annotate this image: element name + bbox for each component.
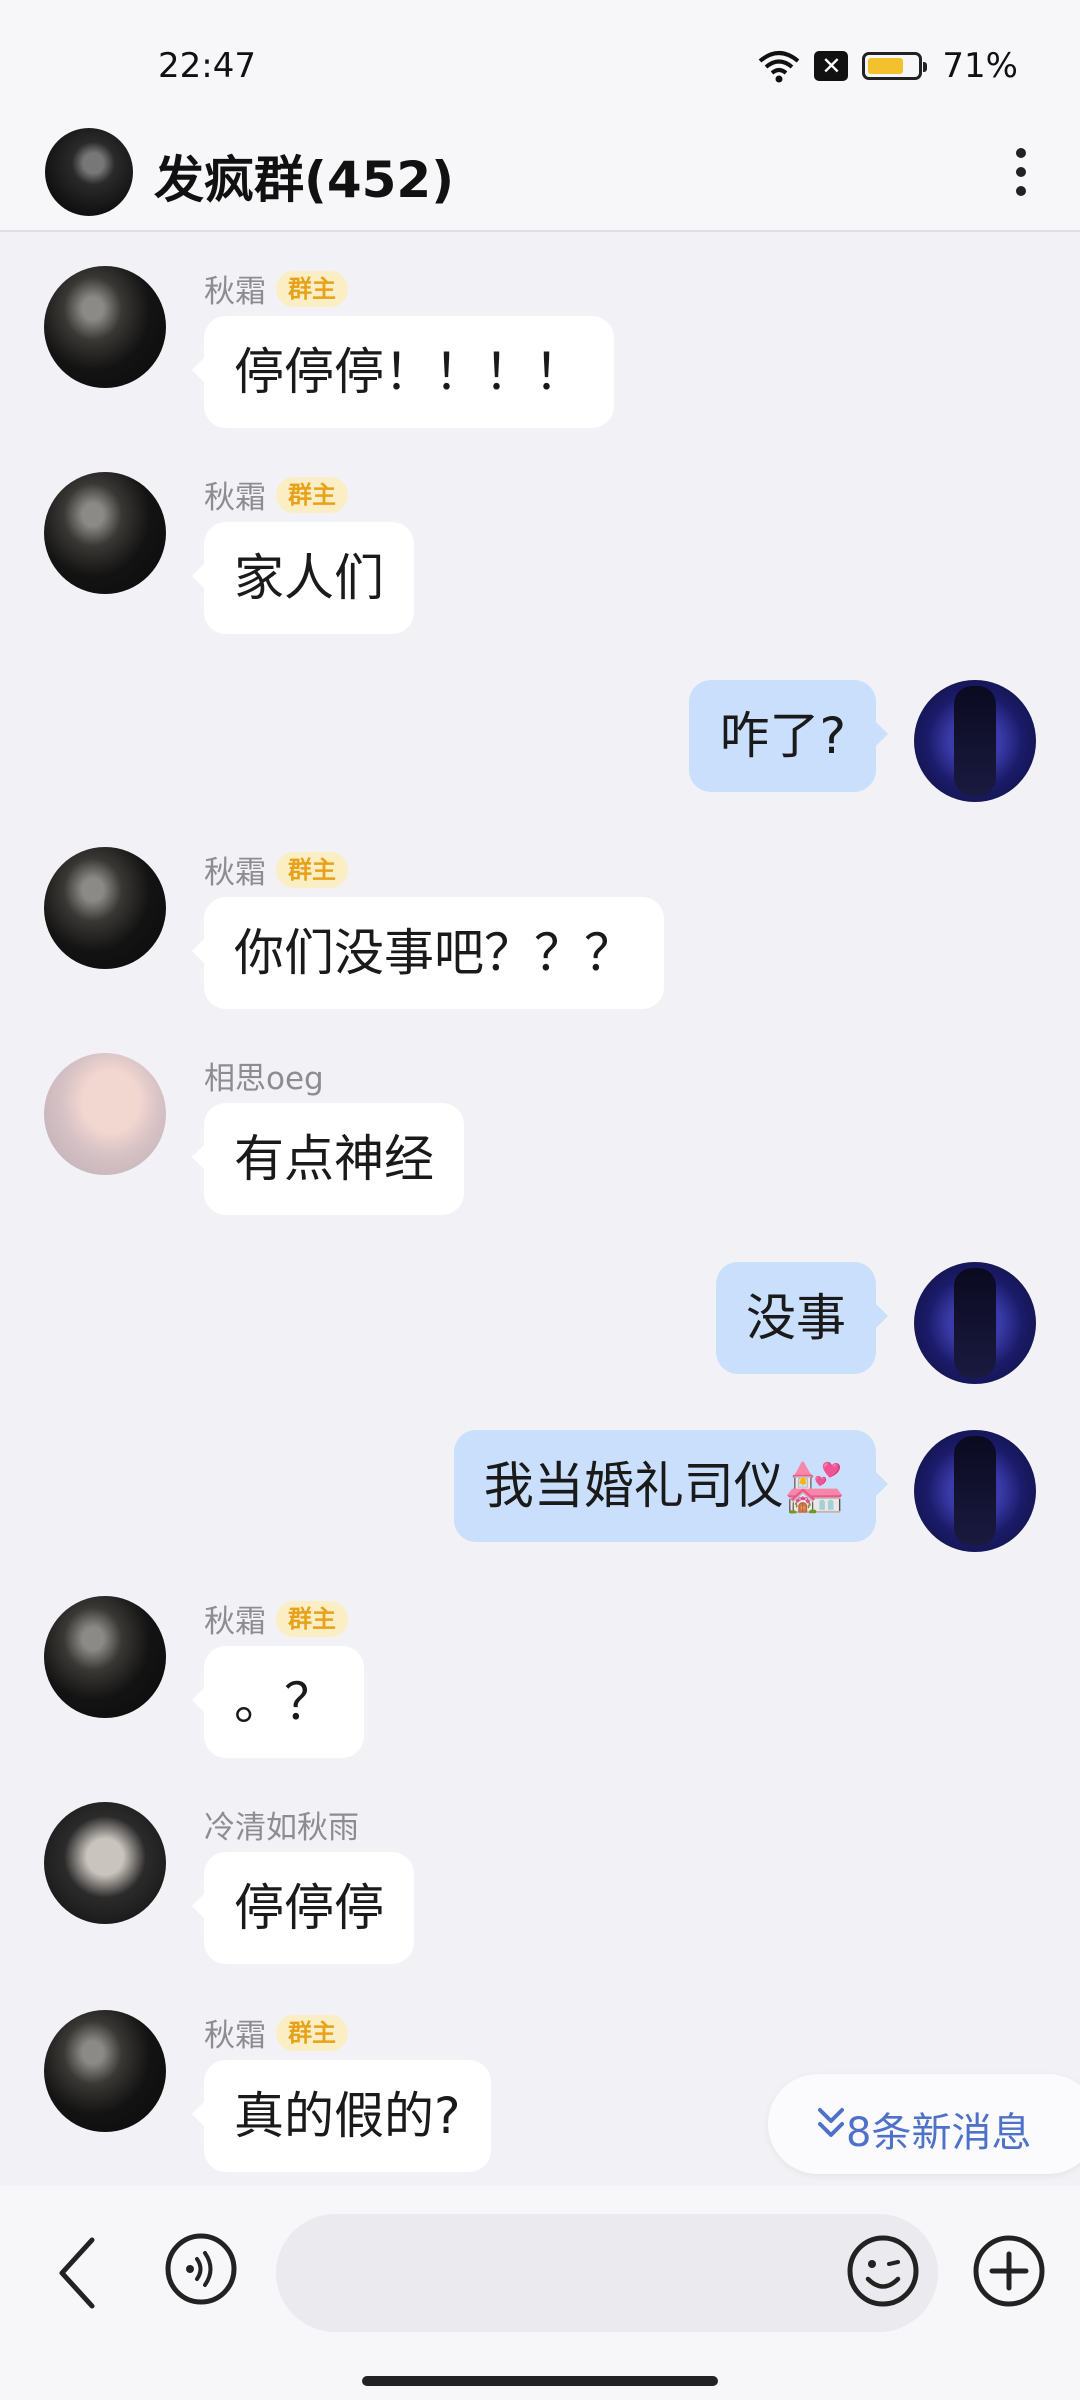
self-avatar[interactable]: [914, 1430, 1036, 1552]
message-bubble[interactable]: 。？: [192, 1646, 364, 1758]
sender-avatar[interactable]: [44, 1596, 166, 1718]
message-bubble[interactable]: 真的假的?: [192, 2060, 491, 2172]
status-time: 22:47: [158, 46, 256, 86]
sender-name: 秋霜: [204, 480, 266, 516]
sender-line: 秋霜 群主: [204, 847, 348, 892]
battery-percent: 71%: [942, 46, 1018, 86]
message-bubble-self[interactable]: 咋了?: [689, 680, 888, 792]
back-icon[interactable]: [48, 2232, 108, 2314]
double-chevron-down-icon: [818, 2108, 844, 2137]
sender-avatar[interactable]: [44, 2010, 166, 2132]
owner-badge: 群主: [276, 2014, 348, 2051]
group-title[interactable]: 发疯群(452): [154, 140, 454, 212]
battery-icon: [862, 52, 928, 80]
home-indicator[interactable]: [362, 2376, 718, 2386]
message-bubble[interactable]: 有点神经: [192, 1103, 464, 1215]
new-messages-label: 8条新消息: [846, 2110, 1032, 2156]
new-messages-button[interactable]: 8条新消息: [768, 2074, 1080, 2174]
message-item: 秋霜 群主 你们没事吧？？？: [0, 845, 1080, 1015]
sender-name: 秋霜: [204, 1604, 266, 1640]
owner-badge: 群主: [276, 1600, 348, 1637]
more-dot-icon: [1016, 148, 1026, 158]
wifi-icon: [759, 51, 800, 83]
sender-line: 相思oeg: [204, 1053, 324, 1098]
sender-avatar[interactable]: [44, 1053, 166, 1175]
sender-name: 秋霜: [204, 2018, 266, 2054]
sender-name: 秋霜: [204, 274, 266, 310]
sender-line: 秋霜 群主: [204, 1596, 348, 1641]
sender-avatar[interactable]: [44, 472, 166, 594]
sender-line: 冷清如秋雨: [204, 1802, 359, 1847]
message-bubble-self[interactable]: 没事: [716, 1262, 888, 1374]
message-bubble[interactable]: 停停停！！！！: [192, 316, 614, 428]
message-item-self: 我当婚礼司仪💒: [0, 1430, 1080, 1554]
status-bar: 22:47 ✕ 71%: [0, 0, 1080, 112]
owner-badge: 群主: [276, 270, 348, 307]
message-item-self: 咋了?: [0, 680, 1080, 804]
sender-name: 相思oeg: [204, 1061, 324, 1097]
plus-icon[interactable]: [972, 2234, 1046, 2308]
message-item: 秋霜 群主 家人们: [0, 470, 1080, 640]
more-dot-icon: [1016, 167, 1026, 177]
message-item-self: 没事: [0, 1262, 1080, 1386]
self-avatar[interactable]: [914, 680, 1036, 802]
sender-avatar[interactable]: [44, 847, 166, 969]
more-dot-icon: [1016, 186, 1026, 196]
self-avatar[interactable]: [914, 1262, 1036, 1384]
message-item: 秋霜 群主 。？: [0, 1594, 1080, 1764]
owner-badge: 群主: [276, 851, 348, 888]
message-item: 相思oeg 有点神经: [0, 1051, 1080, 1221]
message-bubble[interactable]: 停停停: [192, 1852, 414, 1964]
group-avatar[interactable]: [45, 128, 133, 216]
message-bubble[interactable]: 家人们: [192, 522, 414, 634]
emoji-icon[interactable]: [846, 2234, 920, 2308]
chat-header: 发疯群(452): [0, 112, 1080, 232]
sender-avatar[interactable]: [44, 1802, 166, 1924]
status-icons: ✕ 71%: [758, 46, 1018, 86]
message-bubble-self[interactable]: 我当婚礼司仪💒: [453, 1430, 889, 1542]
sender-line: 秋霜 群主: [204, 2010, 348, 2055]
sender-name: 秋霜: [204, 855, 266, 891]
voice-icon[interactable]: [164, 2232, 238, 2306]
more-options-button[interactable]: [990, 134, 1050, 210]
input-bar: [0, 2186, 1080, 2400]
sender-avatar[interactable]: [44, 266, 166, 388]
owner-badge: 群主: [276, 476, 348, 513]
message-item: 秋霜 群主 停停停！！！！: [0, 264, 1080, 434]
message-item: 冷清如秋雨 停停停: [0, 1800, 1080, 1970]
sender-line: 秋霜 群主: [204, 266, 348, 311]
message-bubble[interactable]: 你们没事吧？？？: [192, 897, 664, 1009]
no-sim-icon: ✕: [814, 51, 849, 81]
sender-name: 冷清如秋雨: [204, 1810, 359, 1846]
sender-line: 秋霜 群主: [204, 472, 348, 517]
message-input[interactable]: [276, 2214, 938, 2332]
